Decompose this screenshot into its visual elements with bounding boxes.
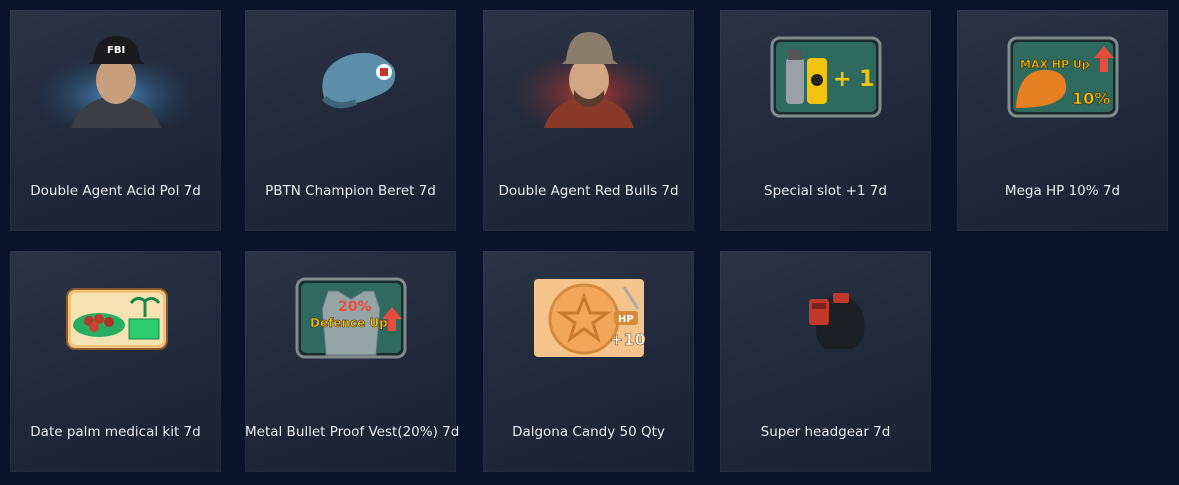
fbi-agent-portrait-icon: FBI	[40, 28, 191, 128]
item-label: Metal Bullet Proof Vest(20%) 7d	[245, 424, 460, 440]
defence-up-vest-icon: 20% Defence Up	[276, 269, 426, 369]
item-card-double-agent-red-bulls[interactable]: Double Agent Red Bulls 7d	[483, 10, 694, 231]
item-card-pbtn-champion-beret[interactable]: PBTN Champion Beret 7d	[245, 10, 456, 231]
item-label: Mega HP 10% 7d	[1004, 183, 1121, 199]
item-card-date-palm-kit[interactable]: Date palm medical kit 7d	[10, 251, 221, 472]
headgear-icon	[751, 269, 901, 369]
badge-top-text: HP	[618, 314, 634, 325]
badge-top-text: MAX HP Up	[1020, 58, 1090, 71]
item-label: Super headgear 7d	[760, 424, 891, 440]
item-card-double-agent-acid-pol[interactable]: FBI Double Agent Acid Pol 7d	[10, 10, 221, 231]
beret-icon	[276, 28, 426, 128]
item-card-super-headgear[interactable]: Super headgear 7d	[720, 251, 931, 472]
special-slot-grenades-icon: + 1	[751, 28, 901, 128]
dalgona-candy-icon: HP +10	[514, 269, 664, 369]
item-label: PBTN Champion Beret 7d	[265, 183, 436, 199]
max-hp-up-icon: MAX HP Up 10%	[988, 28, 1138, 128]
item-label: Special slot +1 7d	[764, 183, 887, 199]
badge-pct-text: 10%	[1072, 89, 1110, 108]
item-card-mega-hp[interactable]: MAX HP Up 10% Mega HP 10% 7d	[957, 10, 1168, 231]
item-label: Dalgona Candy 50 Qty	[512, 424, 665, 440]
item-card-metal-vest[interactable]: 20% Defence Up Metal Bullet Proof Vest(2…	[245, 251, 460, 472]
item-label: Double Agent Red Bulls 7d	[498, 183, 679, 199]
date-palm-kit-icon	[41, 269, 191, 369]
badge-text: + 1	[833, 67, 874, 92]
item-label: Double Agent Acid Pol 7d	[30, 183, 201, 199]
badge-pct-text: 20%	[338, 299, 372, 315]
item-card-special-slot[interactable]: + 1 Special slot +1 7d	[720, 10, 931, 231]
item-card-dalgona-candy[interactable]: HP +10 Dalgona Candy 50 Qty	[483, 251, 694, 472]
badge-num-text: +10	[610, 330, 646, 349]
svg-text:FBI: FBI	[107, 45, 125, 56]
item-grid: FBI Double Agent Acid Pol 7d PBTN Champi…	[0, 0, 1179, 485]
red-bulls-agent-portrait-icon	[513, 28, 664, 128]
item-label: Date palm medical kit 7d	[30, 424, 201, 440]
badge-text: Defence Up	[310, 316, 388, 330]
